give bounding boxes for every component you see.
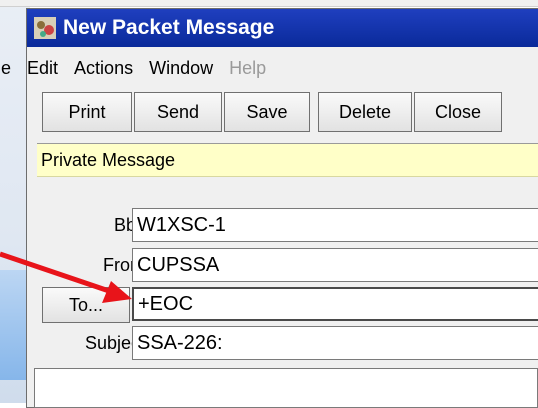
subject-field[interactable]: SSA-226: [132,326,538,360]
message-body-area[interactable] [34,368,538,408]
menu-bar: File Edit Actions Window Help [0,52,534,84]
menu-help[interactable]: Help [221,58,274,79]
app-icon [34,17,56,39]
close-button[interactable]: Close [414,92,502,132]
menu-actions[interactable]: Actions [66,58,141,79]
toolbar: Print Send Save Delete Close [42,92,504,134]
to-field[interactable]: +EOC [132,287,538,321]
bbs-field[interactable]: W1XSC-1 [132,208,538,242]
print-button[interactable]: Print [42,92,132,132]
title-bar[interactable]: New Packet Message [27,9,538,47]
menu-file[interactable]: File [0,58,19,79]
window-title: New Packet Message [63,16,275,39]
save-button[interactable]: Save [224,92,310,132]
subject-row: Subject: SSA-226: [26,326,538,360]
menu-edit[interactable]: Edit [19,58,66,79]
send-button[interactable]: Send [134,92,222,132]
from-field[interactable]: CUPSSA [132,248,538,282]
private-message-banner: Private Message [37,143,538,177]
delete-button[interactable]: Delete [318,92,412,132]
from-row: From: CUPSSA [26,248,538,282]
bbs-row: Bbs: W1XSC-1 [26,208,538,242]
desktop-blue-block [0,270,28,380]
to-button[interactable]: To... [42,287,130,323]
desktop-top-strip [0,0,538,7]
to-row: To... +EOC [26,287,538,323]
menu-window[interactable]: Window [141,58,221,79]
